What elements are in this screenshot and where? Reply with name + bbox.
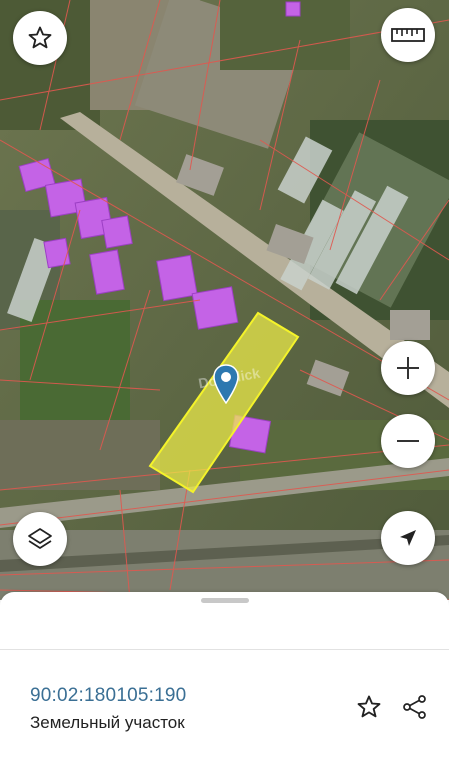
bottom-sheet[interactable]: 90:02:180105:190 Земельный участок bbox=[0, 592, 449, 767]
favorite-map-button[interactable] bbox=[13, 11, 67, 65]
ruler-button[interactable] bbox=[381, 8, 435, 62]
navigation-arrow-icon bbox=[396, 526, 420, 550]
star-outline-icon bbox=[26, 24, 54, 52]
selected-parcel[interactable] bbox=[0, 0, 449, 600]
sheet-grabber[interactable] bbox=[201, 598, 249, 603]
layers-icon bbox=[26, 525, 54, 553]
share-icon bbox=[401, 693, 429, 726]
favorite-parcel-button[interactable] bbox=[352, 692, 386, 726]
plus-icon bbox=[394, 354, 422, 382]
object-type-label: Земельный участок bbox=[30, 713, 185, 732]
share-button[interactable] bbox=[398, 692, 432, 726]
star-outline-icon bbox=[355, 693, 383, 726]
location-pin-icon[interactable] bbox=[213, 364, 239, 405]
layers-button[interactable] bbox=[13, 512, 67, 566]
zoom-out-button[interactable] bbox=[381, 414, 435, 468]
locate-button[interactable] bbox=[381, 511, 435, 565]
ruler-icon bbox=[391, 25, 425, 45]
zoom-in-button[interactable] bbox=[381, 341, 435, 395]
map-view[interactable]: Domclick bbox=[0, 0, 449, 600]
minus-icon bbox=[394, 427, 422, 455]
cadastral-number[interactable]: 90:02:180105:190 bbox=[30, 685, 186, 707]
sheet-divider bbox=[0, 649, 449, 650]
